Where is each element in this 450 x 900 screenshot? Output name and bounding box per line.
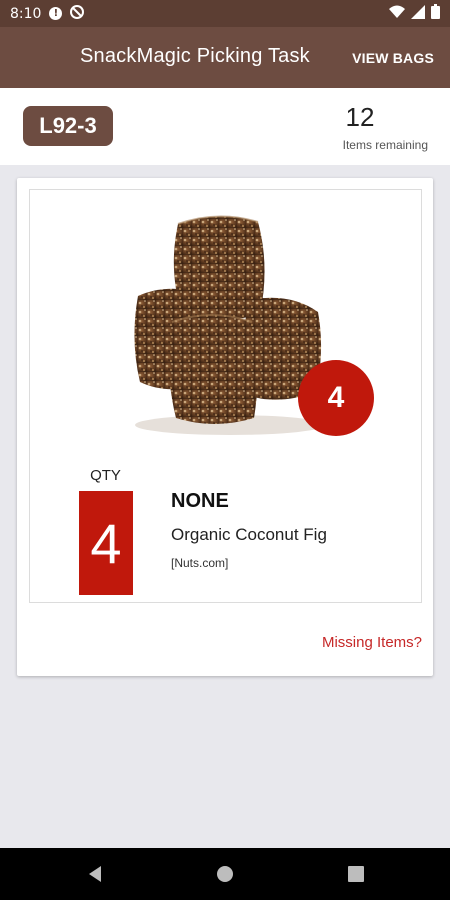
system-nav-bar	[0, 848, 450, 900]
quantity-badge: 4	[298, 360, 374, 436]
task-header: L92-3 12 Items remaining	[0, 88, 450, 165]
signal-icon	[411, 4, 425, 23]
item-name: Organic Coconut Fig	[171, 525, 327, 544]
app-title: SnackMagic Picking Task	[80, 45, 310, 67]
missing-items-link[interactable]: Missing Items?	[322, 634, 422, 651]
status-right	[389, 4, 440, 23]
recents-icon[interactable]	[346, 864, 366, 884]
item-vendor: [Nuts.com]	[171, 556, 229, 570]
qty-label: QTY	[90, 467, 121, 484]
item-variant: NONE	[171, 490, 229, 512]
item-card: 4 QTY 4 NONE Organic Coconut Fig [Nuts.c…	[17, 178, 433, 676]
wifi-icon	[389, 5, 405, 22]
qty-value: 4	[79, 491, 133, 595]
item-details-box: 4 QTY 4 NONE Organic Coconut Fig [Nuts.c…	[29, 189, 422, 603]
location-badge: L92-3	[23, 106, 113, 146]
home-icon[interactable]	[215, 864, 235, 884]
status-time: 8:10	[10, 5, 42, 22]
sync-blocked-icon	[70, 4, 85, 23]
status-left: 8:10 !	[10, 4, 85, 23]
back-icon[interactable]	[86, 864, 106, 884]
alert-icon: !	[49, 7, 63, 20]
items-remaining-label: Items remaining	[342, 138, 428, 152]
battery-icon	[431, 4, 440, 23]
status-bar: 8:10 !	[0, 0, 450, 27]
view-bags-button[interactable]: VIEW BAGS	[352, 50, 434, 66]
items-remaining-count: 12	[345, 102, 375, 132]
app-bar: SnackMagic Picking Task VIEW BAGS	[0, 27, 450, 88]
